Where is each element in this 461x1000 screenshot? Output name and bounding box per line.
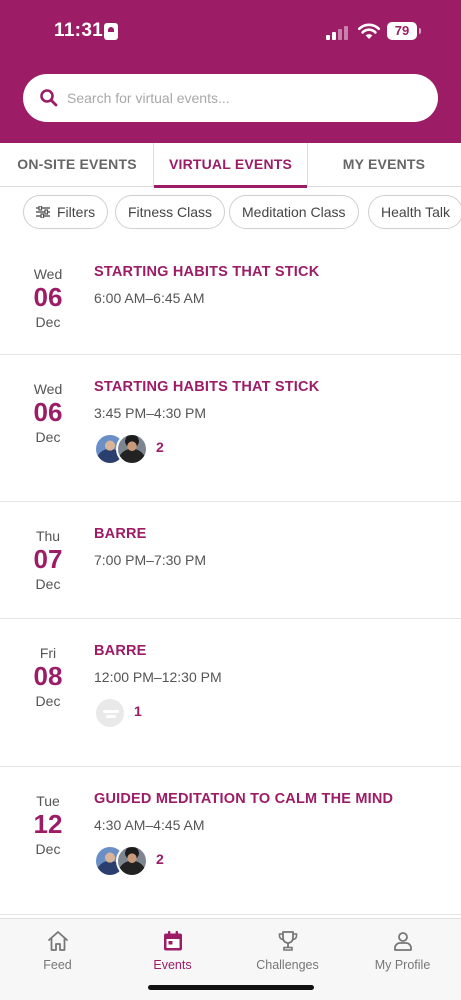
event-day: 08 <box>33 661 63 691</box>
attendee-count: 1 <box>134 703 142 719</box>
event-month: Dec <box>35 693 61 709</box>
nav-events[interactable]: Events <box>115 919 230 989</box>
person-icon <box>394 932 412 951</box>
event-month: Dec <box>35 429 61 445</box>
default-avatar-icon <box>94 697 126 729</box>
chip-fitness-class[interactable]: Fitness Class <box>115 195 226 229</box>
status-time: 11:31 <box>54 20 104 41</box>
event-date: Wed 06 Dec <box>0 240 96 330</box>
tab-virtual-events[interactable]: VIRTUAL EVENTS <box>154 143 307 188</box>
filters-chip[interactable]: Filters <box>23 195 109 229</box>
tab-on-site-events[interactable]: ON-SITE EVENTS <box>0 143 154 187</box>
event-card[interactable]: Wed 06 Dec STARTING HABITS THAT STICK 6:… <box>0 240 461 355</box>
battery-indicator: 79 <box>387 22 421 40</box>
event-weekday: Fri <box>39 645 57 661</box>
event-card[interactable]: Tue 12 Dec GUIDED MEDITATION TO CALM THE… <box>0 767 461 915</box>
chip-health-talk[interactable]: Health Talk <box>368 195 461 229</box>
event-title: STARTING HABITS THAT STICK <box>94 379 320 395</box>
filter-icon <box>36 205 50 218</box>
event-card[interactable]: Fri 08 Dec BARRE 12:00 PM–12:30 PM 1 <box>0 619 461 767</box>
event-date: Wed 06 Dec <box>0 355 96 445</box>
event-date: Fri 08 Dec <box>0 619 96 709</box>
event-day: 06 <box>33 397 63 427</box>
event-month: Dec <box>35 576 61 592</box>
nav-label: Events <box>153 958 192 972</box>
nav-feed[interactable]: Feed <box>0 919 115 989</box>
event-day: 06 <box>33 282 63 312</box>
event-card[interactable]: Wed 06 Dec STARTING HABITS THAT STICK 3:… <box>0 355 461 502</box>
event-day: 07 <box>33 544 63 574</box>
home-indicator <box>148 985 314 990</box>
nav-label: Challenges <box>256 958 319 972</box>
trophy-icon <box>278 931 298 951</box>
event-time: 3:45 PM–4:30 PM <box>94 405 207 421</box>
tab-my-events[interactable]: MY EVENTS <box>307 143 461 187</box>
event-title: STARTING HABITS THAT STICK <box>94 264 320 280</box>
event-month: Dec <box>35 841 61 857</box>
event-time: 4:30 AM–4:45 AM <box>94 817 205 833</box>
event-weekday: Tue <box>36 793 60 809</box>
event-date: Tue 12 Dec <box>0 767 96 857</box>
event-day: 12 <box>33 809 63 839</box>
search-icon <box>40 89 58 107</box>
attendee-count: 2 <box>156 851 164 867</box>
event-card[interactable]: Thu 07 Dec BARRE 7:00 PM–7:30 PM <box>0 502 461 619</box>
event-title: GUIDED MEDITATION TO CALM THE MIND <box>94 791 394 807</box>
attendee-count: 2 <box>156 439 164 455</box>
event-weekday: Wed <box>33 266 63 282</box>
event-title: BARRE <box>94 643 147 659</box>
event-title: BARRE <box>94 526 147 542</box>
calendar-icon <box>164 931 182 951</box>
avatar <box>116 433 148 465</box>
home-icon <box>48 931 68 951</box>
event-month: Dec <box>35 314 61 330</box>
nav-challenges[interactable]: Challenges <box>230 919 345 989</box>
cellular-signal-icon <box>326 24 352 40</box>
contact-card-icon <box>104 23 118 40</box>
nav-label: My Profile <box>374 958 431 972</box>
event-time: 7:00 PM–7:30 PM <box>94 552 207 568</box>
event-tabs: ON-SITE EVENTS VIRTUAL EVENTS MY EVENTS <box>0 143 461 188</box>
chip-meditation-class[interactable]: Meditation Class <box>229 195 359 229</box>
chip-label: Filters <box>57 204 96 220</box>
status-bar: 11:31 79 <box>0 0 461 64</box>
nav-my-profile[interactable]: My Profile <box>345 919 460 989</box>
event-weekday: Thu <box>35 528 61 544</box>
search-input[interactable] <box>67 74 427 122</box>
event-date: Thu 07 Dec <box>0 502 96 592</box>
wifi-icon <box>357 23 381 39</box>
event-time: 12:00 PM–12:30 PM <box>94 669 222 685</box>
search-bar[interactable] <box>23 74 438 122</box>
avatar <box>116 845 148 877</box>
event-weekday: Wed <box>33 381 63 397</box>
app-header: 11:31 79 <box>0 0 461 143</box>
nav-label: Feed <box>43 958 72 972</box>
event-time: 6:00 AM–6:45 AM <box>94 290 205 306</box>
filter-chips-row: Filters Fitness Class Meditation Class H… <box>23 195 461 230</box>
